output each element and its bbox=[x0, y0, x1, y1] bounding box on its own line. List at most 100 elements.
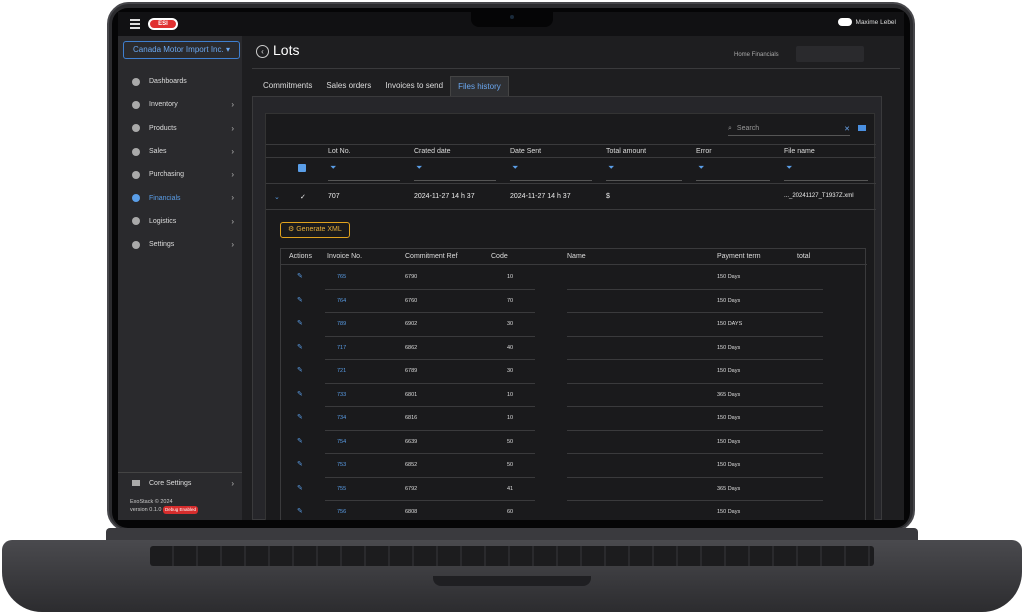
code-cell: 10 bbox=[507, 415, 514, 421]
sidebar-item-inventory[interactable]: Inventory › bbox=[118, 93, 242, 116]
edit-icon[interactable]: ✎ bbox=[297, 507, 303, 515]
invoice-number-link[interactable]: 765 bbox=[337, 274, 346, 280]
tab-invoices-to-send[interactable]: Invoices to send bbox=[378, 76, 450, 96]
invoice-number-link[interactable]: 733 bbox=[337, 392, 346, 398]
search-input[interactable]: ⌕ Search ✕ bbox=[728, 122, 850, 136]
invoice-row[interactable]: ✎ 764 6760 70 150 Days bbox=[281, 290, 867, 313]
filter-icon[interactable]: ⏷ bbox=[698, 163, 704, 173]
edit-icon[interactable]: ✎ bbox=[297, 460, 303, 468]
column-header[interactable]: Invoice No. bbox=[327, 253, 362, 260]
brand-logo[interactable]: ESI bbox=[148, 18, 178, 30]
invoice-row[interactable]: ✎ 765 6790 10 150 Days bbox=[281, 266, 867, 290]
payment-term: 150 Days bbox=[717, 462, 741, 468]
invoice-row[interactable]: ✎ 717 6862 40 150 Days bbox=[281, 337, 867, 360]
invoice-row[interactable]: ✎ 756 6808 60 150 Days bbox=[281, 501, 867, 520]
invoice-number-link[interactable]: 756 bbox=[337, 509, 346, 515]
table-row[interactable]: ⌄ ✓ 707 2024-11-27 14 h 37 2024-11-27 14… bbox=[266, 184, 876, 210]
core-settings-item[interactable]: Core Settings › bbox=[118, 472, 242, 494]
back-button[interactable]: ‹ bbox=[256, 45, 269, 58]
search-placeholder: Search bbox=[736, 125, 760, 132]
edit-icon[interactable]: ✎ bbox=[297, 366, 303, 374]
invoice-number-link[interactable]: 755 bbox=[337, 486, 346, 492]
column-header[interactable]: File name bbox=[784, 148, 815, 155]
clear-search-icon[interactable]: ✕ bbox=[844, 125, 850, 133]
tab-commitments[interactable]: Commitments bbox=[256, 76, 319, 96]
row-checked-icon[interactable]: ✓ bbox=[300, 193, 306, 201]
created-date: 2024-11-27 14 h 37 bbox=[414, 193, 475, 200]
user-menu[interactable]: Maxime Lebel bbox=[837, 18, 896, 26]
theme-toggle[interactable] bbox=[837, 18, 852, 26]
column-header[interactable]: Date Sent bbox=[510, 148, 541, 155]
invoice-row[interactable]: ✎ 754 6639 50 150 Days bbox=[281, 431, 867, 454]
filter-icon[interactable]: ⏷ bbox=[330, 163, 336, 173]
invoice-number-link[interactable]: 734 bbox=[337, 415, 346, 421]
date-sent: 2024-11-27 14 h 37 bbox=[510, 193, 571, 200]
trackpad-notch bbox=[433, 576, 591, 586]
edit-icon[interactable]: ✎ bbox=[297, 343, 303, 351]
filter-icon[interactable]: ⏷ bbox=[786, 163, 792, 173]
dashboard-icon bbox=[132, 77, 140, 86]
export-icon[interactable] bbox=[858, 125, 866, 131]
invoice-number-link[interactable]: 754 bbox=[337, 439, 346, 445]
header-action-box[interactable] bbox=[796, 46, 864, 62]
edit-icon[interactable]: ✎ bbox=[297, 390, 303, 398]
select-all-checkbox[interactable] bbox=[298, 164, 306, 172]
code-cell: 30 bbox=[507, 368, 514, 374]
column-header[interactable]: Commitment Ref bbox=[405, 253, 458, 260]
invoice-number-link[interactable]: 721 bbox=[337, 368, 346, 374]
file-name-link[interactable]: ..._20241127_T1937Z.xml bbox=[784, 193, 854, 199]
invoice-number-link[interactable]: 717 bbox=[337, 345, 346, 351]
column-header[interactable]: Crated date bbox=[414, 148, 451, 155]
sidebar-item-settings[interactable]: Settings › bbox=[118, 233, 242, 256]
invoice-number-link[interactable]: 753 bbox=[337, 462, 346, 468]
edit-icon[interactable]: ✎ bbox=[297, 437, 303, 445]
bank-icon bbox=[132, 194, 140, 203]
invoice-row[interactable]: ✎ 721 6789 30 150 Days bbox=[281, 360, 867, 384]
column-header[interactable]: Code bbox=[491, 253, 508, 260]
invoice-row[interactable]: ✎ 753 6852 50 150 Days bbox=[281, 454, 867, 478]
chevron-right-icon: › bbox=[231, 240, 234, 250]
invoice-row[interactable]: ✎ 734 6816 10 150 Days bbox=[281, 407, 867, 431]
sidebar-item-financials[interactable]: Financials › bbox=[118, 186, 242, 209]
column-header[interactable]: Total amount bbox=[606, 148, 646, 155]
commitment-ref: 6852 bbox=[405, 462, 418, 468]
column-header[interactable]: Name bbox=[567, 253, 586, 260]
column-header[interactable]: Payment term bbox=[717, 253, 761, 260]
sidebar-item-products[interactable]: Products › bbox=[118, 117, 242, 140]
sidebar-footer: ExoStack © 2024 version 0.1.0 Debug Enab… bbox=[130, 498, 199, 514]
edit-icon[interactable]: ✎ bbox=[297, 484, 303, 492]
invoice-number-link[interactable]: 789 bbox=[337, 321, 346, 327]
sidebar-item-purchasing[interactable]: Purchasing › bbox=[118, 163, 242, 186]
sidebar-item-logistics[interactable]: Logistics › bbox=[118, 210, 242, 233]
generate-xml-button[interactable]: ⚙ Generate XML bbox=[280, 222, 350, 238]
filter-icon[interactable]: ⏷ bbox=[416, 163, 422, 173]
invoice-number-link[interactable]: 764 bbox=[337, 298, 346, 304]
edit-icon[interactable]: ✎ bbox=[297, 272, 303, 280]
filter-underline bbox=[784, 180, 868, 181]
column-header[interactable]: Lot No. bbox=[328, 148, 351, 155]
column-header[interactable]: total bbox=[797, 253, 810, 260]
edit-icon[interactable]: ✎ bbox=[297, 319, 303, 327]
filter-icon[interactable]: ⏷ bbox=[512, 163, 518, 173]
invoice-row[interactable]: ✎ 755 6792 41 365 Days bbox=[281, 478, 867, 501]
column-header[interactable]: Error bbox=[696, 148, 712, 155]
commitment-ref: 6790 bbox=[405, 274, 418, 280]
company-selector[interactable]: Canada Motor Import Inc. ▾ bbox=[123, 41, 240, 59]
edit-icon[interactable]: ✎ bbox=[297, 413, 303, 421]
column-header: Actions bbox=[289, 253, 312, 260]
invoice-row[interactable]: ✎ 733 6801 10 365 Days bbox=[281, 384, 867, 407]
sidebar-nav: Dashboards Inventory › Products › Sales › P… bbox=[118, 70, 242, 256]
tab-files-history[interactable]: Files history bbox=[450, 76, 509, 96]
subtable-header: Actions Invoice No. Commitment Ref Code … bbox=[281, 249, 867, 265]
hamburger-menu-icon[interactable] bbox=[130, 19, 140, 29]
filter-icon[interactable]: ⏷ bbox=[608, 163, 614, 173]
chevron-right-icon: › bbox=[231, 123, 234, 133]
commitment-ref: 6808 bbox=[405, 509, 418, 515]
expand-row-icon[interactable]: ⌄ bbox=[274, 193, 280, 201]
edit-icon[interactable]: ✎ bbox=[297, 296, 303, 304]
sidebar-item-dashboards[interactable]: Dashboards bbox=[118, 70, 242, 93]
tab-sales-orders[interactable]: Sales orders bbox=[319, 76, 378, 96]
breadcrumb[interactable]: Home Financials bbox=[734, 52, 779, 58]
invoice-row[interactable]: ✎ 789 6902 30 150 DAYS bbox=[281, 313, 867, 337]
sidebar-item-sales[interactable]: Sales › bbox=[118, 140, 242, 163]
